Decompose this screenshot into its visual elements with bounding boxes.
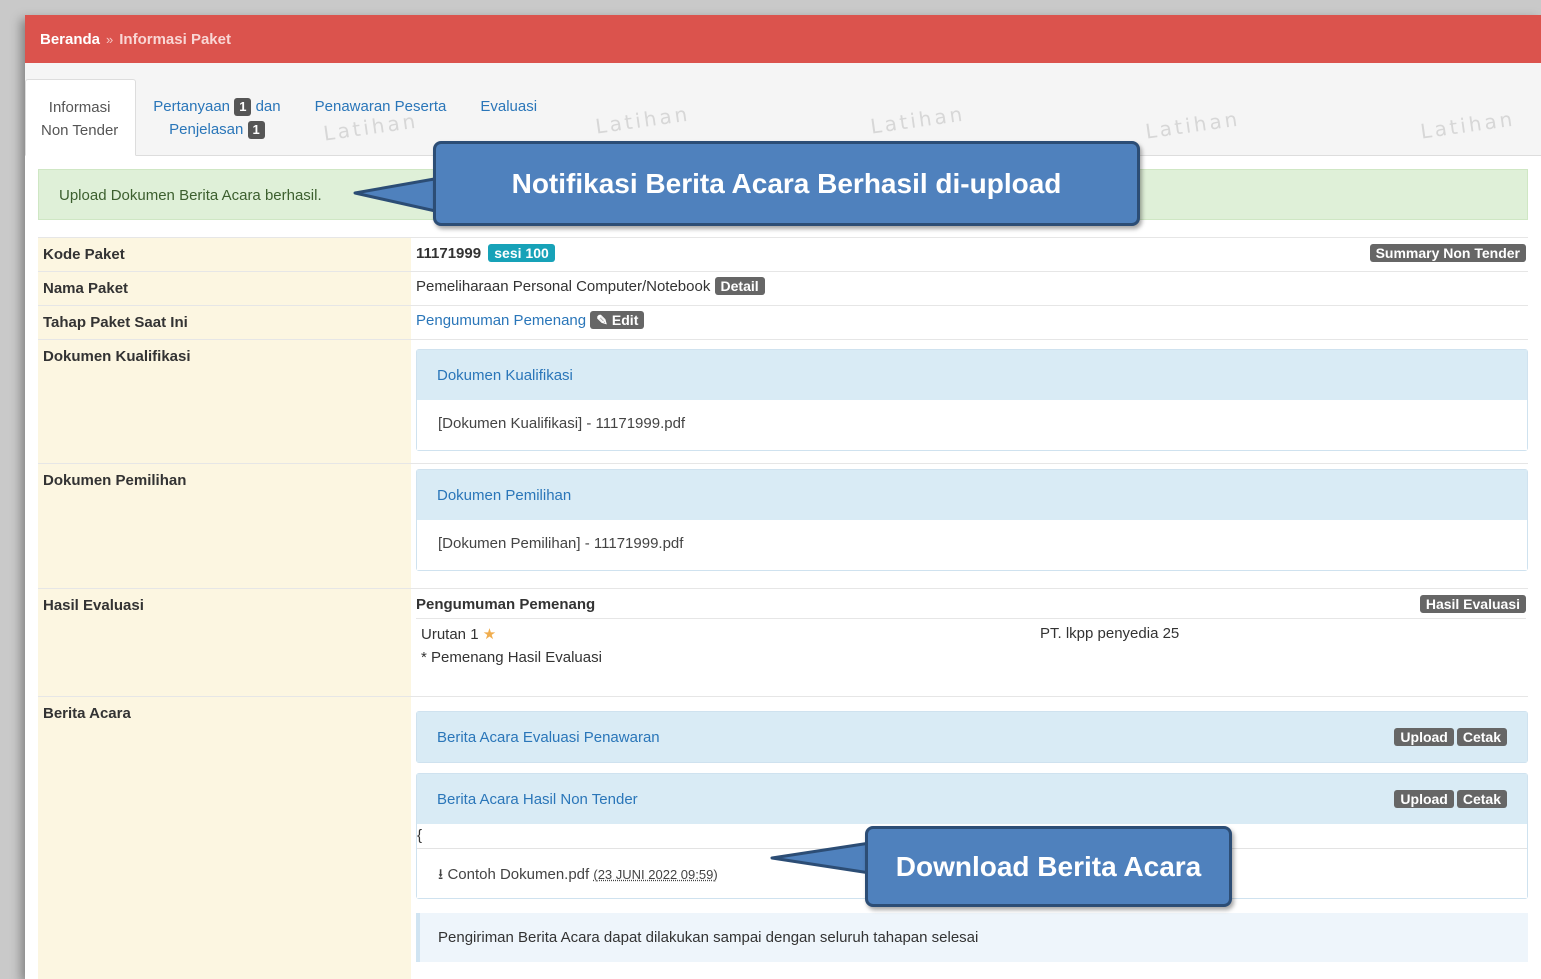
- download-callout: Download Berita Acara: [865, 826, 1232, 907]
- notification-callout: Notifikasi Berita Acara Berhasil di-uplo…: [433, 141, 1140, 226]
